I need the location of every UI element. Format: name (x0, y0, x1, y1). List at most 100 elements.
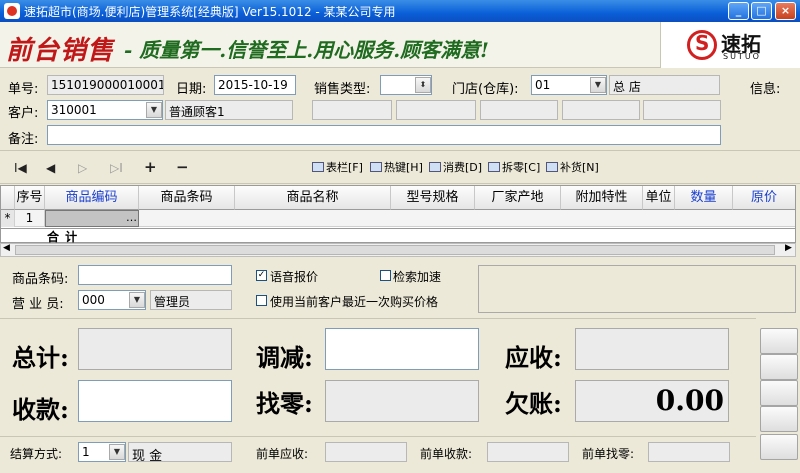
last-price-checkbox[interactable] (256, 295, 267, 306)
scroll-left-icon[interactable]: ◀ (3, 243, 10, 253)
item-code-cell[interactable]: … (45, 210, 139, 227)
order-no-field[interactable]: 151019000010001 (47, 75, 164, 95)
col-header-item-name[interactable]: 商品名称 (235, 186, 391, 210)
barcode-input[interactable] (78, 265, 232, 285)
store-dropdown-icon[interactable]: ▼ (590, 77, 606, 93)
col-header-barcode[interactable]: 商品条码 (139, 186, 235, 210)
split-icon (488, 162, 500, 172)
clerk-name-field: 管理员 (150, 290, 232, 310)
restock-button[interactable]: 补货[N] (546, 159, 599, 175)
received-input[interactable] (78, 380, 232, 422)
side-button-5[interactable] (760, 434, 798, 460)
total-label: 总计: (12, 343, 69, 372)
side-button-1[interactable] (760, 328, 798, 354)
scroll-thumb[interactable] (15, 245, 775, 255)
side-button-3[interactable] (760, 380, 798, 406)
info-panel (478, 265, 796, 313)
info-field-1 (312, 100, 392, 120)
app-icon (4, 3, 20, 19)
logo: 速拓 SUTUO (660, 22, 800, 68)
voice-price-label: 语音报价 (270, 270, 319, 284)
hotkey-label: 热键[H] (384, 161, 423, 174)
settle-name-field: 现 金 (128, 442, 232, 462)
info-field-5 (643, 100, 721, 120)
received-label: 收款: (12, 395, 69, 424)
minimize-button[interactable]: _ (728, 2, 749, 20)
col-header-attribute[interactable]: 附加特性 (561, 186, 643, 210)
item-grid[interactable]: 序号 商品编码 商品条码 商品名称 型号规格 厂家产地 附加特性 单位 数量 原… (0, 185, 796, 244)
order-no-label: 单号: (8, 82, 39, 97)
customer-label: 客户: (8, 106, 39, 121)
sale-type-label: 销售类型: (314, 82, 371, 97)
ellipsis-icon[interactable]: … (126, 209, 137, 226)
customer-name-field: 普通顾客1 (165, 100, 293, 120)
settle-label: 结算方式: (10, 447, 63, 461)
prev-receivable-label: 前单应收: (256, 447, 309, 461)
info-field-4 (562, 100, 640, 120)
bottom-divider (0, 436, 756, 437)
clerk-label: 营 业 员: (12, 297, 64, 312)
prev-change-label: 前单找零: (582, 447, 635, 461)
table-columns-button[interactable]: 表栏[F] (312, 159, 363, 175)
remark-input[interactable] (47, 125, 721, 145)
receivable-label: 应收: (505, 343, 562, 372)
split-label: 拆零[C] (502, 161, 541, 174)
col-header-origin[interactable]: 厂家产地 (475, 186, 561, 210)
voice-price-checkbox[interactable]: ✓ (256, 270, 267, 281)
row-seq: 1 (15, 210, 45, 227)
fast-search-checkbox[interactable] (380, 270, 391, 281)
date-field[interactable]: 2015-10-19 (214, 75, 296, 95)
info-field-3 (480, 100, 558, 120)
side-button-4[interactable] (760, 406, 798, 432)
logo-subtext: SUTUO (723, 52, 761, 61)
owed-box: 0.00 (575, 380, 729, 422)
info-label: 信息: (750, 82, 781, 97)
restock-icon (546, 162, 558, 172)
hotkey-button[interactable]: 热键[H] (370, 159, 423, 175)
date-label: 日期: (176, 82, 207, 97)
prev-receivable-box (325, 442, 407, 462)
toolbar: I◀ ◀ ▷ ▷I + − 表栏[F] 热键[H] 消费[D] 拆零[C] 补货… (0, 150, 800, 184)
close-button[interactable]: × (775, 2, 796, 20)
prev-received-label: 前单收款: (420, 447, 473, 461)
owed-label: 欠账: (505, 389, 562, 418)
col-header-qty[interactable]: 数量 (675, 186, 733, 210)
col-header-spec[interactable]: 型号规格 (391, 186, 475, 210)
customer-dropdown-icon[interactable]: ▼ (146, 102, 162, 118)
window-title: 速拓超市(商场.便利店)管理系统[经典版] Ver15.1012 - 某某公司专… (24, 5, 396, 19)
fast-search-label: 检索加速 (393, 270, 442, 284)
col-header-seq[interactable]: 序号 (15, 186, 45, 210)
sale-type-spin-icon[interactable]: ⬍ (415, 77, 431, 93)
grid-horizontal-scrollbar[interactable]: ◀ ▶ (0, 243, 796, 257)
remark-label: 备注: (8, 132, 39, 147)
nav-first-button[interactable]: I◀ (14, 161, 27, 175)
total-row (1, 228, 795, 243)
barcode-label: 商品条码: (12, 272, 69, 287)
nav-prev-button[interactable]: ◀ (46, 161, 55, 175)
consume-button[interactable]: 消费[D] (429, 159, 482, 175)
info-field-2 (396, 100, 476, 120)
col-header-item-code[interactable]: 商品编码 (45, 186, 139, 210)
settle-dropdown-icon[interactable]: ▼ (109, 444, 125, 460)
change-label: 找零: (256, 389, 313, 418)
banner-slogan: - 质量第一.信誉至上.用心服务.顾客满意! (124, 38, 489, 62)
col-header-unit[interactable]: 单位 (643, 186, 675, 210)
nav-remove-button[interactable]: − (176, 158, 189, 176)
nav-last-button[interactable]: ▷I (110, 161, 123, 175)
split-button[interactable]: 拆零[C] (488, 159, 540, 175)
change-box (325, 380, 479, 422)
adjust-input[interactable] (325, 328, 479, 370)
nav-next-button[interactable]: ▷ (78, 161, 87, 175)
side-button-2[interactable] (760, 354, 798, 380)
scroll-right-icon[interactable]: ▶ (785, 243, 792, 253)
store-name-field: 总 店 (609, 75, 720, 95)
clerk-dropdown-icon[interactable]: ▼ (129, 292, 145, 308)
maximize-button[interactable]: □ (751, 2, 772, 20)
table-columns-label: 表栏[F] (326, 161, 363, 174)
row-marker: * (1, 210, 15, 227)
adjust-label: 调减: (256, 343, 313, 372)
col-header-price[interactable]: 原价 (733, 186, 795, 210)
hotkey-icon (370, 162, 382, 172)
prev-change-box (648, 442, 730, 462)
nav-add-button[interactable]: + (144, 158, 157, 176)
